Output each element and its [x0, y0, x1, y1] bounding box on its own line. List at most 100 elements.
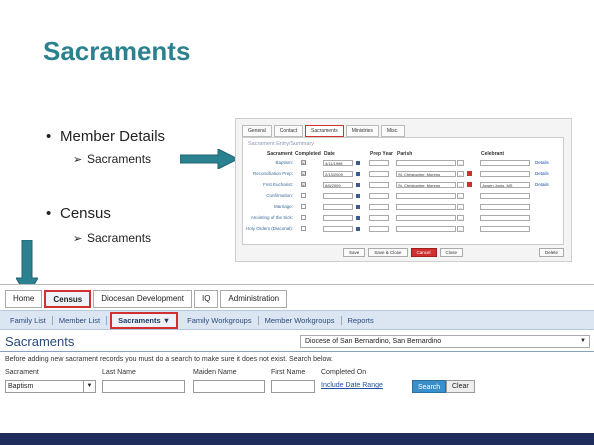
celebrant-select[interactable]	[480, 215, 530, 221]
calendar-icon[interactable]	[356, 227, 360, 231]
close-button[interactable]: Close	[439, 248, 464, 257]
parish-input[interactable]	[396, 215, 456, 221]
parish-lookup-button[interactable]: ...	[457, 193, 464, 199]
parish-lookup-button[interactable]: ...	[457, 171, 464, 177]
tab-home[interactable]: Home	[5, 290, 43, 308]
tab-iq[interactable]: IQ	[193, 290, 219, 308]
date-input[interactable]	[323, 204, 353, 210]
tab-census[interactable]: Census	[44, 290, 92, 308]
subnav-member-workgroups[interactable]: Member Workgroups	[259, 315, 342, 325]
prep-year-input[interactable]	[369, 193, 389, 199]
completed-checkbox[interactable]	[301, 215, 306, 220]
subnav-family-workgroups[interactable]: Family Workgroups	[181, 315, 259, 325]
last-name-label: Last Name	[102, 369, 136, 376]
prep-year-input[interactable]	[369, 160, 389, 166]
cancel-button[interactable]: Cancel	[410, 248, 437, 257]
completed-checkbox[interactable]: ☑	[301, 182, 306, 187]
calendar-icon[interactable]	[356, 205, 360, 209]
parish-lookup-button[interactable]: ...	[457, 204, 464, 210]
inset-tab-ministries[interactable]: Ministries	[345, 125, 379, 137]
bullet-member-details-label: Member Details	[60, 128, 166, 145]
completed-checkbox[interactable]: ☑	[301, 171, 306, 176]
completed-checkbox[interactable]	[301, 204, 306, 209]
inset-tab-sacraments[interactable]: Sacraments	[305, 125, 344, 137]
date-input[interactable]	[323, 215, 353, 221]
subnav-reports[interactable]: Reports	[342, 316, 380, 325]
inset-tab-general[interactable]: General	[242, 125, 272, 137]
delete-button[interactable]: Delete	[538, 248, 564, 257]
sacrament-select[interactable]: Baptism ▼	[5, 380, 96, 393]
completed-checkbox[interactable]	[301, 226, 306, 231]
completed-checkbox[interactable]: ☑	[301, 160, 306, 165]
maiden-name-input[interactable]	[193, 380, 265, 393]
row-label: Anointing of the Sick:	[250, 215, 293, 220]
subnav-member-list[interactable]: Member List	[53, 315, 108, 325]
sacrament-entry-panel: Sacrament Entry/Summary Sacrament Comple…	[242, 137, 564, 245]
completed-on-label: Completed On	[321, 369, 367, 376]
subnav-family-list[interactable]: Family List	[4, 315, 53, 325]
date-input[interactable]: 6/6/2009	[323, 182, 353, 188]
prep-year-input[interactable]	[369, 182, 389, 188]
prep-year-input[interactable]	[369, 171, 389, 177]
parish-input[interactable]: St. Christopher, Moreno	[396, 171, 456, 177]
date-input[interactable]: 2/13/2009	[323, 171, 353, 177]
calendar-icon[interactable]	[356, 172, 360, 176]
parish-input[interactable]: St. Christopher, Moreno	[396, 182, 456, 188]
parish-input[interactable]	[396, 204, 456, 210]
inset-tab-contact[interactable]: Contact	[273, 125, 304, 137]
details-link[interactable]: Details	[535, 182, 549, 187]
date-input[interactable]	[323, 226, 353, 232]
sub-nav-bar: Family List Member List Sacraments ▼ Fam…	[0, 310, 594, 330]
row-label: Confirmation:	[266, 193, 293, 198]
member-details-screenshot: General Contact Sacraments Ministries Mi…	[235, 118, 572, 262]
date-input[interactable]	[323, 193, 353, 199]
diocese-select[interactable]: Diocese of San Bernardino, San Bernardin…	[300, 335, 590, 348]
col-header-sacrament: Sacrament	[267, 151, 293, 157]
celebrant-select[interactable]	[480, 171, 530, 177]
celebrant-select[interactable]	[480, 160, 530, 166]
parish-input[interactable]	[396, 226, 456, 232]
row-label: First Eucharist:	[262, 182, 293, 187]
search-button[interactable]: Search	[412, 380, 447, 393]
parish-lookup-button[interactable]: ...	[457, 182, 464, 188]
last-name-input[interactable]	[102, 380, 185, 393]
slide-footer-bar	[0, 433, 594, 445]
save-close-button[interactable]: Save & Close	[368, 248, 408, 257]
inset-tab-misc[interactable]: Misc.	[380, 125, 405, 137]
tab-diocesan-development[interactable]: Diocesan Development	[93, 290, 192, 308]
first-name-label: First Name	[271, 369, 306, 376]
parish-input[interactable]	[396, 160, 456, 166]
sacrament-label: Sacrament	[5, 369, 39, 376]
clear-parish-icon[interactable]	[467, 171, 472, 176]
celebrant-select[interactable]	[480, 193, 530, 199]
celebrant-select[interactable]: Jowen Junio, MS	[480, 182, 530, 188]
sub-bullet-sacraments-2: ➢ Sacraments	[73, 231, 151, 245]
bullet-dot-icon: •	[46, 128, 52, 145]
include-date-range-link[interactable]: Include Date Range	[321, 382, 383, 389]
details-link[interactable]: Details	[535, 171, 549, 176]
parish-lookup-button[interactable]: ...	[457, 215, 464, 221]
calendar-icon[interactable]	[356, 183, 360, 187]
celebrant-select[interactable]	[480, 226, 530, 232]
first-name-input[interactable]	[271, 380, 315, 393]
maiden-name-label: Maiden Name	[193, 369, 237, 376]
col-header-prep-year: Prep Year	[370, 151, 393, 157]
prep-year-input[interactable]	[369, 204, 389, 210]
subnav-sacraments[interactable]: Sacraments ▼	[110, 311, 179, 329]
date-input[interactable]: 4/11/1998	[323, 160, 353, 166]
save-button[interactable]: Save	[342, 248, 366, 257]
parish-lookup-button[interactable]: ...	[457, 226, 464, 232]
calendar-icon[interactable]	[356, 161, 360, 165]
completed-checkbox[interactable]	[301, 193, 306, 198]
parish-lookup-button[interactable]: ...	[457, 160, 464, 166]
clear-parish-icon[interactable]	[467, 182, 472, 187]
parish-input[interactable]	[396, 193, 456, 199]
calendar-icon[interactable]	[356, 216, 360, 220]
details-link[interactable]: Details	[535, 160, 549, 165]
celebrant-select[interactable]	[480, 204, 530, 210]
prep-year-input[interactable]	[369, 226, 389, 232]
prep-year-input[interactable]	[369, 215, 389, 221]
tab-administration[interactable]: Administration	[220, 290, 288, 308]
clear-button[interactable]: Clear	[446, 380, 475, 393]
calendar-icon[interactable]	[356, 194, 360, 198]
